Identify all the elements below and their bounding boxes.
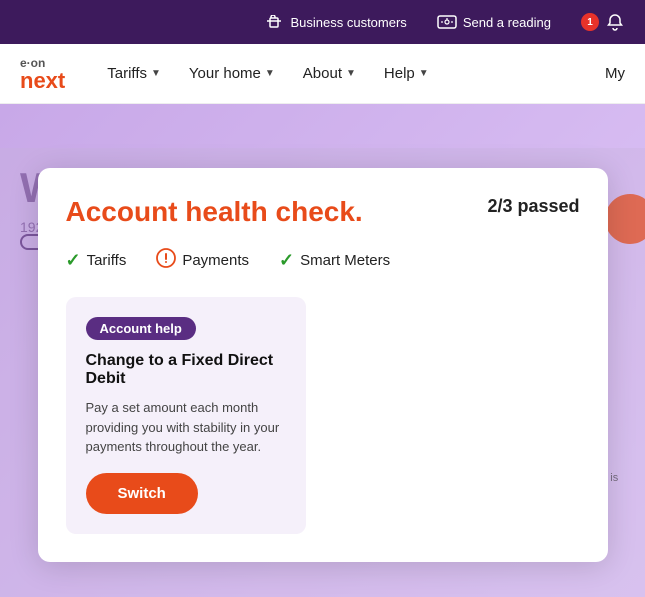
business-customers-label: Business customers [290, 15, 406, 30]
nav-your-home-label: Your home [189, 65, 261, 82]
next-label: next [20, 70, 65, 92]
nav-help[interactable]: Help ▼ [372, 57, 441, 90]
send-reading-label: Send a reading [463, 15, 551, 30]
modal-header: Account health check. 2/3 passed [66, 196, 580, 228]
nav-bar: e·on next Tariffs ▼ Your home ▼ About ▼ … [0, 44, 645, 104]
notification-icon [605, 14, 625, 30]
nav-help-label: Help [384, 65, 415, 82]
nav-items: Tariffs ▼ Your home ▼ About ▼ Help ▼ [95, 57, 605, 90]
check-smart-meters-label: Smart Meters [300, 252, 390, 269]
checks-row: ✓ Tariffs Payments ✓ Smart Mete [66, 248, 580, 273]
account-help-card: Account help Change to a Fixed Direct De… [66, 297, 306, 534]
account-help-badge: Account help [86, 317, 196, 340]
check-smart-meters: ✓ Smart Meters [279, 250, 390, 271]
nav-my[interactable]: My [605, 65, 625, 82]
about-chevron-icon: ▼ [346, 68, 356, 79]
check-tariffs: ✓ Tariffs [66, 250, 127, 271]
check-payments-label: Payments [182, 252, 249, 269]
health-check-modal: Account health check. 2/3 passed ✓ Tarif… [38, 168, 608, 562]
check-smart-meters-icon: ✓ [279, 250, 294, 271]
page-background: Wo 192 G Ac t paym payment is s after is… [0, 104, 645, 597]
notifications-button[interactable]: 1 [581, 13, 625, 31]
help-card-title: Change to a Fixed Direct Debit [86, 352, 286, 388]
switch-button[interactable]: Switch [86, 473, 198, 514]
your-home-chevron-icon: ▼ [265, 68, 275, 79]
meter-icon [437, 14, 457, 30]
nav-about-label: About [303, 65, 342, 82]
briefcase-icon [264, 14, 284, 30]
check-tariffs-icon: ✓ [66, 250, 81, 271]
modal-overlay: Account health check. 2/3 passed ✓ Tarif… [0, 148, 645, 597]
check-payments: Payments [156, 248, 249, 273]
nav-your-home[interactable]: Your home ▼ [177, 57, 287, 90]
nav-tariffs-label: Tariffs [107, 65, 147, 82]
help-chevron-icon: ▼ [419, 68, 429, 79]
check-tariffs-label: Tariffs [87, 252, 127, 269]
tariffs-chevron-icon: ▼ [151, 68, 161, 79]
eon-next-logo[interactable]: e·on next [20, 56, 65, 92]
notification-count: 1 [581, 13, 599, 31]
help-card-description: Pay a set amount each month providing yo… [86, 398, 286, 457]
modal-title: Account health check. [66, 196, 363, 228]
nav-tariffs[interactable]: Tariffs ▼ [95, 57, 173, 90]
send-reading-link[interactable]: Send a reading [437, 14, 551, 30]
business-customers-link[interactable]: Business customers [264, 14, 406, 30]
nav-about[interactable]: About ▼ [291, 57, 368, 90]
check-payments-icon [156, 248, 176, 273]
top-bar: Business customers Send a reading 1 [0, 0, 645, 44]
passed-badge: 2/3 passed [487, 196, 579, 217]
